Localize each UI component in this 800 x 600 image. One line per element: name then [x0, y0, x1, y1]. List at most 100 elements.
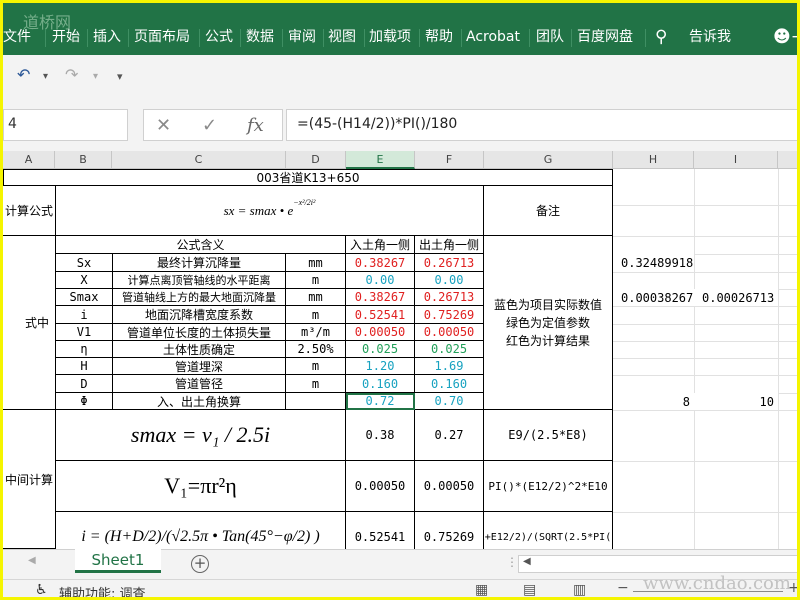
formula-v1[interactable]: V₁=πr²η: [56, 461, 346, 512]
add-sheet-icon[interactable]: +: [191, 555, 209, 573]
var-symbol[interactable]: H: [56, 358, 113, 375]
var-unit[interactable]: 2.50%: [286, 341, 346, 358]
tab-insert[interactable]: 插入: [93, 27, 121, 51]
accessibility-status[interactable]: 辅助功能: 调查: [59, 583, 146, 597]
tell-me-box[interactable]: 告诉我: [689, 27, 731, 51]
horizontal-scrollbar[interactable]: [518, 555, 797, 573]
tab-file[interactable]: 文件: [3, 27, 31, 51]
normal-view-icon[interactable]: ▦: [475, 582, 488, 597]
tab-split-handle[interactable]: ⋮: [506, 555, 518, 569]
tab-team[interactable]: 团队: [536, 27, 564, 51]
var-unit[interactable]: m: [286, 375, 346, 393]
tab-page-layout[interactable]: 页面布局: [134, 27, 190, 51]
tab-formulas[interactable]: 公式: [205, 27, 233, 51]
var-description[interactable]: 地面沉降槽宽度系数: [113, 306, 286, 324]
inter-in-side[interactable]: 0.52541: [346, 512, 415, 549]
tab-help[interactable]: 帮助: [425, 27, 453, 51]
enter-icon[interactable]: ✓: [202, 115, 217, 136]
var-description[interactable]: 计算点离顶管轴线的水平距离: [113, 272, 286, 289]
tab-review[interactable]: 审阅: [288, 27, 316, 51]
var-symbol[interactable]: V1: [56, 324, 113, 341]
value-out-side[interactable]: 0.70: [415, 393, 484, 410]
value-out-side[interactable]: 1.69: [415, 358, 484, 375]
inter-out-side[interactable]: 0.75269: [415, 512, 484, 549]
var-unit[interactable]: mm: [286, 289, 346, 306]
formula-smax[interactable]: smax = v₁ / 2.5i: [56, 410, 346, 461]
value-out-side[interactable]: 0.26713: [415, 254, 484, 272]
var-symbol[interactable]: X: [56, 272, 113, 289]
var-description[interactable]: 管道轴线上方的最大地面沉降量: [113, 289, 286, 306]
value-in-side[interactable]: 0.38267: [346, 289, 415, 306]
cell-h5[interactable]: 0.00038267: [613, 289, 694, 306]
value-in-side[interactable]: 1.20: [346, 358, 415, 375]
page-layout-view-icon[interactable]: ▤: [523, 582, 536, 597]
value-out-side[interactable]: 0.00: [415, 272, 484, 289]
column-header-g[interactable]: G: [484, 151, 613, 169]
share-person-icon[interactable]: ☻+: [773, 27, 797, 51]
value-out-side[interactable]: 0.26713: [415, 289, 484, 306]
var-description[interactable]: 土体性质确定: [113, 341, 286, 358]
column-header-h[interactable]: H: [613, 151, 694, 169]
column-header-c[interactable]: C: [112, 151, 286, 169]
insert-function-icon[interactable]: fx: [247, 115, 264, 136]
column-header-d[interactable]: D: [286, 151, 346, 169]
formula-i[interactable]: i = (H+D/2)/(√2.5π • Tan(45°−φ/2) ): [56, 512, 346, 549]
value-in-side[interactable]: 0.160: [346, 375, 415, 393]
var-symbol[interactable]: i: [56, 306, 113, 324]
value-in-side[interactable]: 0.025: [346, 341, 415, 358]
cell-h14[interactable]: 8: [613, 393, 694, 410]
remark-header[interactable]: 备注: [484, 186, 613, 236]
zoom-out-icon[interactable]: −: [617, 580, 629, 596]
tab-acrobat[interactable]: Acrobat: [466, 27, 520, 51]
var-unit[interactable]: mm: [286, 254, 346, 272]
value-out-side[interactable]: 0.75269: [415, 306, 484, 324]
column-header-i[interactable]: I: [694, 151, 778, 169]
var-symbol[interactable]: D: [56, 375, 113, 393]
sheet-title[interactable]: 003省道K13+650: [3, 169, 613, 186]
inter-formula-text[interactable]: (E11+E12/2)/(SQRT(2.5*PI())*T: [484, 512, 613, 549]
worksheet-grid[interactable]: 003省道K13+650 计算公式 sx = smax • e −x²/2i² 备…: [3, 169, 797, 549]
var-unit[interactable]: m³/m: [286, 324, 346, 341]
inter-in-side[interactable]: 0.00050: [346, 461, 415, 512]
label-formula-vars[interactable]: 式中: [3, 236, 56, 410]
column-header-b[interactable]: B: [55, 151, 112, 169]
var-description[interactable]: 最终计算沉降量: [113, 254, 286, 272]
var-unit[interactable]: [286, 393, 346, 410]
inter-formula-text[interactable]: PI()*(E12/2)^2*E10: [484, 461, 613, 512]
tab-addins[interactable]: 加载项: [369, 27, 411, 51]
header-in-side[interactable]: 入土角一侧: [346, 236, 415, 254]
column-header-f[interactable]: F: [415, 151, 484, 169]
name-box[interactable]: 4: [3, 109, 128, 141]
var-symbol[interactable]: Φ: [56, 393, 113, 410]
undo-icon[interactable]: ↶: [17, 65, 30, 84]
var-description[interactable]: 管道埋深: [113, 358, 286, 375]
inter-out-side[interactable]: 0.27: [415, 410, 484, 461]
main-formula[interactable]: sx = smax • e −x²/2i²: [56, 186, 484, 236]
tab-data[interactable]: 数据: [246, 27, 274, 51]
var-description[interactable]: 管道管径: [113, 375, 286, 393]
value-out-side[interactable]: 0.160: [415, 375, 484, 393]
var-symbol[interactable]: Smax: [56, 289, 113, 306]
scroll-left-arrow-icon[interactable]: ◀: [523, 556, 531, 567]
var-description[interactable]: 入、出土角换算: [113, 393, 286, 410]
scroll-left-icon[interactable]: ◀: [28, 555, 36, 566]
tab-view[interactable]: 视图: [328, 27, 356, 51]
cell-i5[interactable]: 0.00026713: [694, 289, 778, 306]
remark-legend[interactable]: 蓝色为项目实际数值 绿色为定值参数 红色为计算结果: [484, 236, 613, 410]
sheet-tab-sheet1[interactable]: Sheet1: [75, 549, 161, 573]
label-calc-formula[interactable]: 计算公式: [3, 186, 56, 236]
formula-input[interactable]: =(45-(H14/2))*PI()/180: [286, 109, 797, 141]
value-in-side[interactable]: 0.38267: [346, 254, 415, 272]
var-symbol[interactable]: η: [56, 341, 113, 358]
var-unit[interactable]: m: [286, 272, 346, 289]
inter-formula-text[interactable]: E9/(2.5*E8): [484, 410, 613, 461]
page-break-view-icon[interactable]: ▥: [573, 582, 586, 597]
cancel-icon[interactable]: ✕: [156, 115, 171, 136]
cell-h3[interactable]: 0.32489918: [613, 254, 694, 272]
value-in-side[interactable]: 0.00: [346, 272, 415, 289]
cell-i14[interactable]: 10: [694, 393, 778, 410]
value-in-side[interactable]: 0.52541: [346, 306, 415, 324]
var-symbol[interactable]: Sx: [56, 254, 113, 272]
customize-qat-icon[interactable]: ▾: [117, 70, 123, 83]
undo-dropdown-icon[interactable]: ▾: [43, 71, 48, 82]
